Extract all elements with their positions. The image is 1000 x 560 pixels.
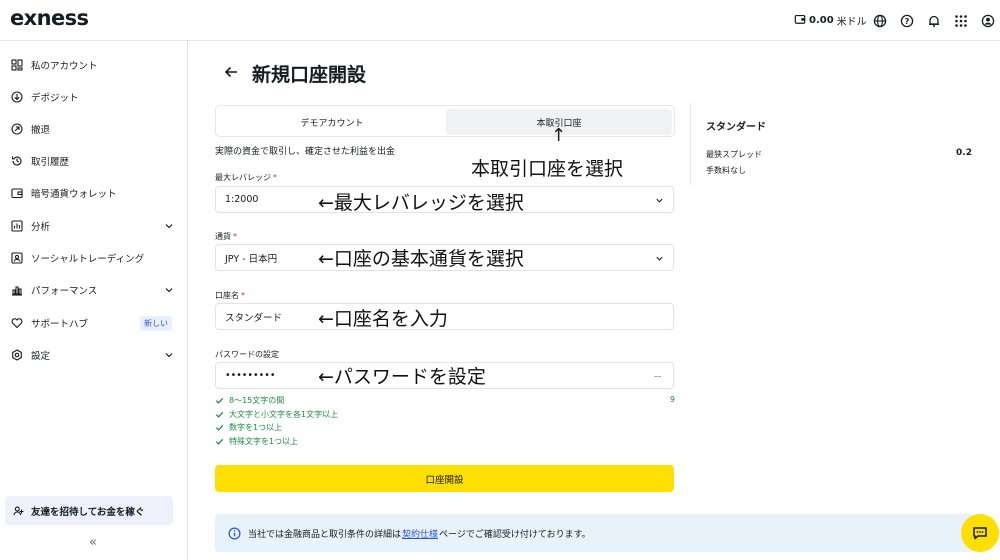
apps-grid-icon[interactable]: [953, 13, 968, 28]
users-icon: [13, 506, 24, 515]
analytics-icon: [10, 220, 23, 233]
balance-amount: 0.00: [809, 15, 834, 26]
deposit-icon: [10, 91, 23, 104]
help-icon[interactable]: ?: [899, 13, 914, 28]
sidebar-item-label: ソーシャルトレーディング: [31, 254, 145, 265]
sidebar-item-crypto-wallet[interactable]: 暗号通貨ウォレット: [10, 183, 178, 203]
password-rule: 特殊文字を1つ以上: [215, 435, 675, 449]
balance-widget[interactable]: 0.00 米ドル: [794, 13, 867, 28]
leverage-label: 最大レバレッジ *: [215, 173, 277, 182]
collapse-sidebar-button[interactable]: «: [86, 536, 100, 549]
sidebar-item-performance[interactable]: パフォーマンス: [10, 280, 178, 300]
currency-value: JPY - 日本円: [225, 253, 278, 265]
sidebar-item-label: 撤退: [31, 125, 51, 136]
sidebar-item-label: 設定: [31, 351, 51, 362]
bell-icon[interactable]: [926, 13, 941, 28]
back-arrow-icon[interactable]: [223, 64, 239, 80]
sidebar: 私のアカウント デポジット 撤退 取引履歴 暗号通貨ウォレット 分析 ソーシャル…: [0, 41, 188, 560]
password-visibility-toggle[interactable]: ｰｰ: [654, 372, 661, 382]
sidebar-item-label: パフォーマンス: [31, 286, 98, 297]
open-account-button[interactable]: 口座開設: [215, 465, 674, 492]
wallet-icon: [794, 13, 806, 28]
history-icon: [10, 155, 23, 168]
password-rule: 数字を1つ以上: [215, 421, 675, 435]
heart-icon: [10, 317, 23, 330]
account-name-label: 口座名 *: [215, 291, 245, 300]
info-text-after: ページでご確認受け付けております。: [439, 529, 591, 540]
account-type-tabs: デモアカウント 本取引口座: [215, 105, 675, 137]
summary-row-commission: 手数料なし: [706, 166, 746, 175]
chevron-down-icon: [165, 288, 173, 293]
sidebar-item-history[interactable]: 取引履歴: [10, 151, 178, 171]
account-icon[interactable]: [980, 13, 995, 28]
info-icon: [228, 527, 241, 539]
dashboard-icon: [10, 59, 23, 72]
invite-label: 友達を招待してお金を稼ぐ: [31, 506, 145, 518]
summary-row-spread: 最狭スプレッド: [706, 150, 762, 159]
annotation-currency: ←口座の基本通貨を選択: [318, 248, 524, 270]
password-rule: 8～15文字の間: [215, 394, 675, 408]
wallet-icon: [10, 187, 23, 200]
annotation-arrow-up: ↑: [551, 125, 567, 146]
annotation-password: ←パスワードを設定: [318, 366, 486, 388]
social-trading-icon: [10, 252, 23, 265]
password-length-count: 9: [669, 395, 675, 404]
sidebar-item-label: 暗号通貨ウォレット: [31, 189, 117, 200]
exness-logo[interactable]: exness: [10, 6, 89, 30]
sidebar-item-social-trading[interactable]: ソーシャルトレーディング: [10, 248, 178, 268]
sidebar-item-analytics[interactable]: 分析: [10, 216, 178, 236]
sidebar-item-label: 分析: [31, 222, 51, 233]
contract-specs-link[interactable]: 契約仕様: [402, 527, 438, 540]
svg-text:?: ?: [904, 17, 909, 26]
password-label: パスワードの設定: [215, 350, 279, 359]
chat-button[interactable]: [961, 514, 999, 552]
chevron-down-icon: [656, 198, 663, 203]
chevron-down-icon: [165, 353, 173, 358]
currency-label: 通貨 *: [215, 232, 237, 241]
summary-title: スタンダード: [706, 122, 766, 133]
sidebar-item-settings[interactable]: 設定: [10, 345, 178, 365]
password-rule: 大文字と小文字を各1文字以上: [215, 408, 675, 422]
annotation-tab: 本取引口座を選択: [471, 158, 624, 180]
chat-icon: [973, 527, 987, 540]
invite-friends-button[interactable]: 友達を招待してお金を稼ぐ: [5, 496, 173, 525]
sidebar-item-support-hub[interactable]: サポートハブ 新しい: [10, 313, 178, 333]
tab-demo-account[interactable]: デモアカウント: [219, 109, 445, 135]
check-icon: [215, 438, 224, 445]
sidebar-item-label: 私のアカウント: [31, 61, 98, 72]
new-badge: 新しい: [140, 316, 172, 331]
check-icon: [215, 398, 224, 404]
sidebar-item-label: デポジット: [31, 93, 79, 104]
password-rules: 8～15文字の間 大文字と小文字を各1文字以上 数字を1つ以上 特殊文字を1つ以…: [215, 394, 675, 448]
leverage-value: 1:2000: [225, 194, 259, 205]
annotation-leverage: ←最大レバレッジを選択: [318, 192, 524, 214]
annotation-account-name: ←口座名を入力: [318, 308, 448, 330]
sidebar-item-label: 取引履歴: [31, 157, 70, 168]
sidebar-item-withdraw[interactable]: 撤退: [10, 119, 178, 139]
top-header: exness 0.00 米ドル ?: [0, 0, 1000, 41]
chevron-down-icon: [165, 224, 173, 229]
info-text-before: 当社では金融商品と取引条件の詳細は: [248, 529, 402, 540]
summary-spread-value: 0.2: [956, 148, 972, 158]
password-value: •••••••••: [225, 370, 276, 381]
balance-currency: 米ドル: [836, 17, 867, 28]
settings-icon: [10, 349, 23, 362]
withdraw-icon: [10, 123, 23, 136]
info-banner: 当社では金融商品と取引条件の詳細は 契約仕様 ページでご確認受け付けております。: [215, 514, 975, 552]
sidebar-item-label: サポートハブ: [31, 319, 89, 330]
check-icon: [215, 425, 224, 431]
check-icon: [215, 411, 224, 418]
chevron-down-icon: [656, 256, 663, 261]
summary-divider: [690, 103, 691, 185]
account-description: 実際の資金で取引し、確定させた利益を出金: [215, 147, 396, 157]
sidebar-item-my-account[interactable]: 私のアカウント: [10, 55, 178, 75]
globe-icon[interactable]: [872, 13, 887, 28]
sidebar-item-deposit[interactable]: デポジット: [10, 87, 178, 107]
page-title: 新規口座開設: [252, 64, 367, 86]
performance-icon: [10, 284, 23, 297]
account-name-value: スタンダード: [225, 312, 283, 324]
